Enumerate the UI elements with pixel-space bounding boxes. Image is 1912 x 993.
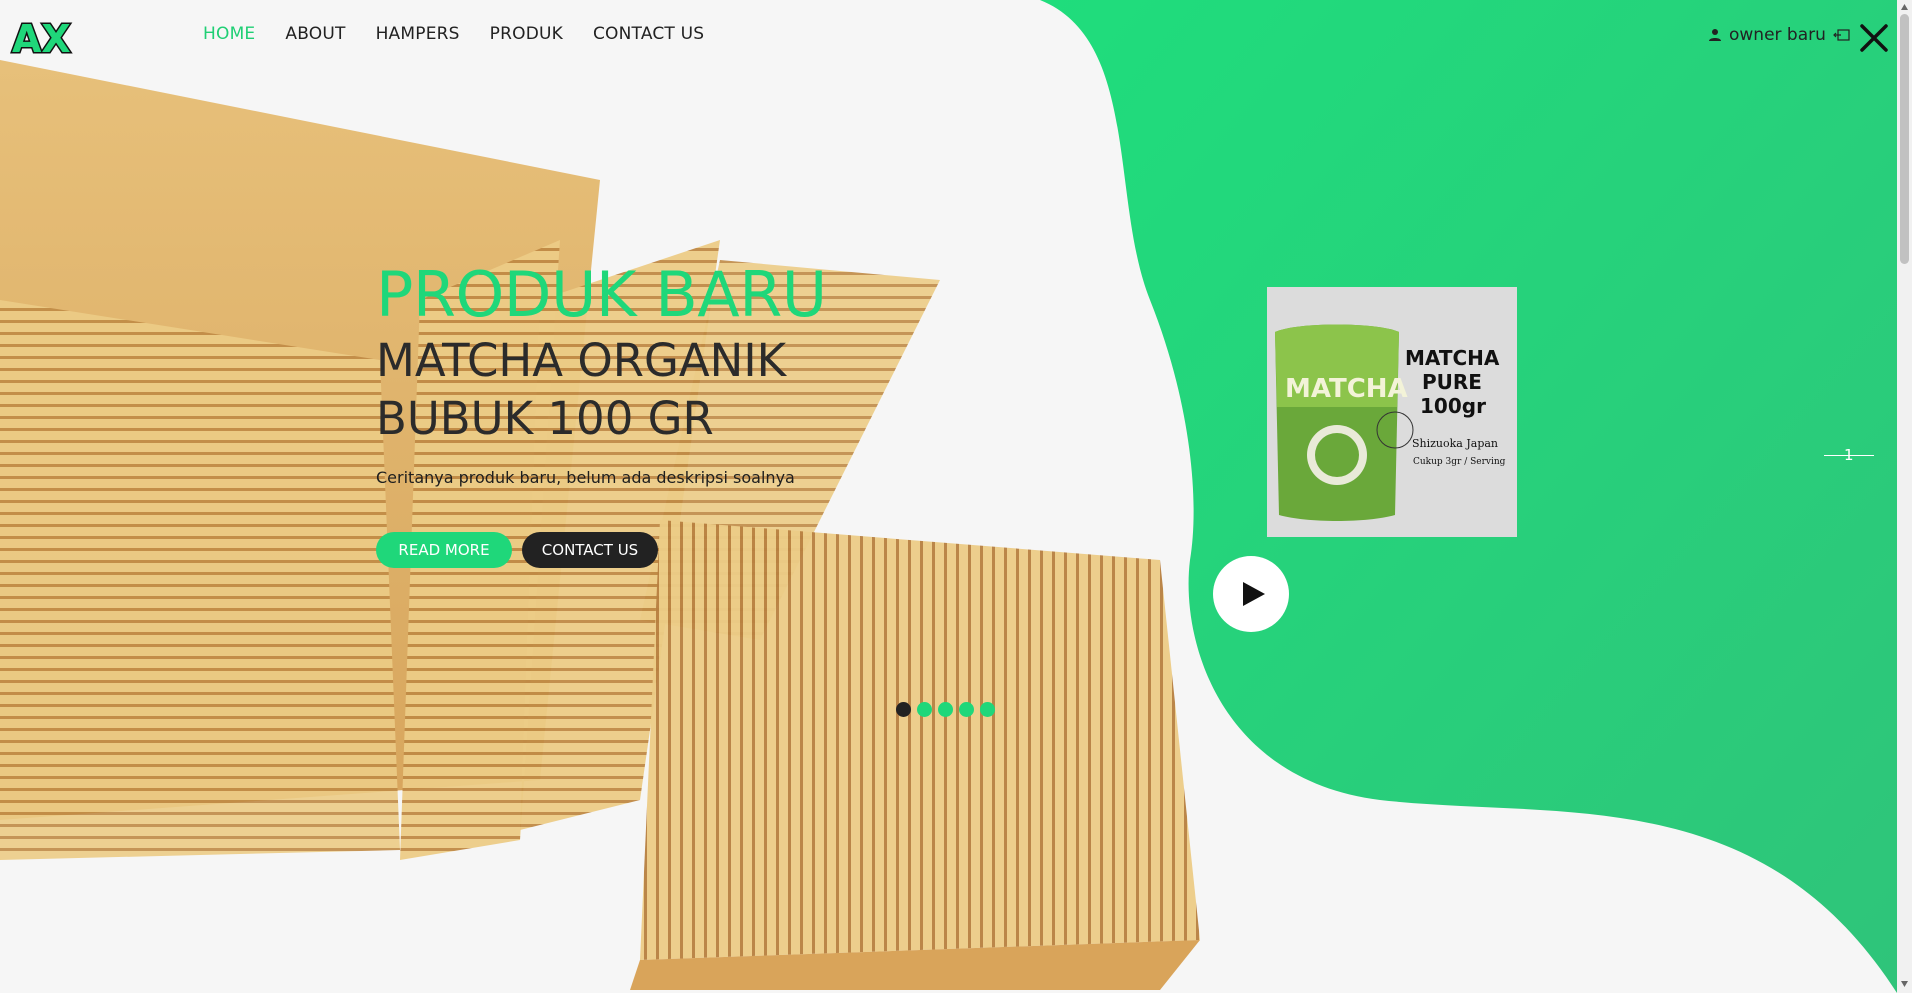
nav-about[interactable]: ABOUT bbox=[285, 24, 345, 44]
slider-dots bbox=[896, 702, 995, 717]
logout-icon[interactable] bbox=[1833, 28, 1851, 42]
scrollbar-thumb[interactable] bbox=[1900, 14, 1909, 264]
hero-description: Ceritanya produk baru, belum ada deskrip… bbox=[376, 468, 795, 487]
product-image[interactable]: MATCHA MATCHA PURE 100gr Shizuoka Japan … bbox=[1267, 287, 1517, 537]
nav-contact-us[interactable]: CONTACT US bbox=[593, 24, 704, 44]
nav-hampers[interactable]: HAMPERS bbox=[376, 24, 460, 44]
green-wave-shape bbox=[1040, 0, 1897, 993]
scroll-down-icon[interactable] bbox=[1900, 980, 1909, 988]
user-name: owner baru bbox=[1729, 25, 1826, 45]
page: AX HOME ABOUT HAMPERS PRODUK CONTACT US … bbox=[0, 0, 1912, 993]
page-scrollbar[interactable] bbox=[1897, 0, 1912, 993]
product-origin: Shizuoka Japan bbox=[1412, 437, 1498, 450]
product-line3: 100gr bbox=[1420, 394, 1486, 418]
scroll-up-icon[interactable] bbox=[1900, 3, 1909, 11]
logo-text: AX bbox=[12, 17, 71, 58]
product-pouch-text: MATCHA bbox=[1285, 374, 1408, 404]
read-more-button[interactable]: READ MORE bbox=[376, 532, 512, 568]
hero-tag: PRODUK BARU bbox=[376, 258, 827, 331]
user-icon bbox=[1709, 29, 1721, 41]
hero-content: PRODUK BARU MATCHA ORGANIK BUBUK 100 GR … bbox=[376, 258, 1016, 487]
slider-dot-3[interactable] bbox=[938, 702, 953, 717]
nav-produk[interactable]: PRODUK bbox=[490, 24, 563, 44]
slider-dot-2[interactable] bbox=[917, 702, 932, 717]
product-serving: Cukup 3gr / Serving bbox=[1413, 457, 1506, 467]
slider-dot-1[interactable] bbox=[896, 702, 911, 717]
nav-home[interactable]: HOME bbox=[203, 24, 255, 44]
close-icon[interactable] bbox=[1858, 22, 1890, 54]
slider-dot-4[interactable] bbox=[959, 702, 974, 717]
logo[interactable]: AX bbox=[10, 16, 82, 58]
main-nav: HOME ABOUT HAMPERS PRODUK CONTACT US bbox=[203, 24, 704, 44]
user-menu[interactable]: owner baru bbox=[1708, 25, 1851, 45]
slider-dot-5[interactable] bbox=[980, 702, 995, 717]
contact-us-button[interactable]: CONTACT US bbox=[522, 532, 658, 568]
product-line2: PURE bbox=[1422, 370, 1482, 394]
slide-counter: 1 bbox=[1824, 446, 1874, 466]
hero-title: MATCHA ORGANIK BUBUK 100 GR bbox=[376, 334, 787, 445]
hero-buttons: READ MORE CONTACT US bbox=[376, 532, 658, 568]
play-button[interactable] bbox=[1213, 556, 1289, 632]
slide-number: 1 bbox=[1844, 446, 1854, 464]
product-line1: MATCHA bbox=[1405, 346, 1500, 370]
